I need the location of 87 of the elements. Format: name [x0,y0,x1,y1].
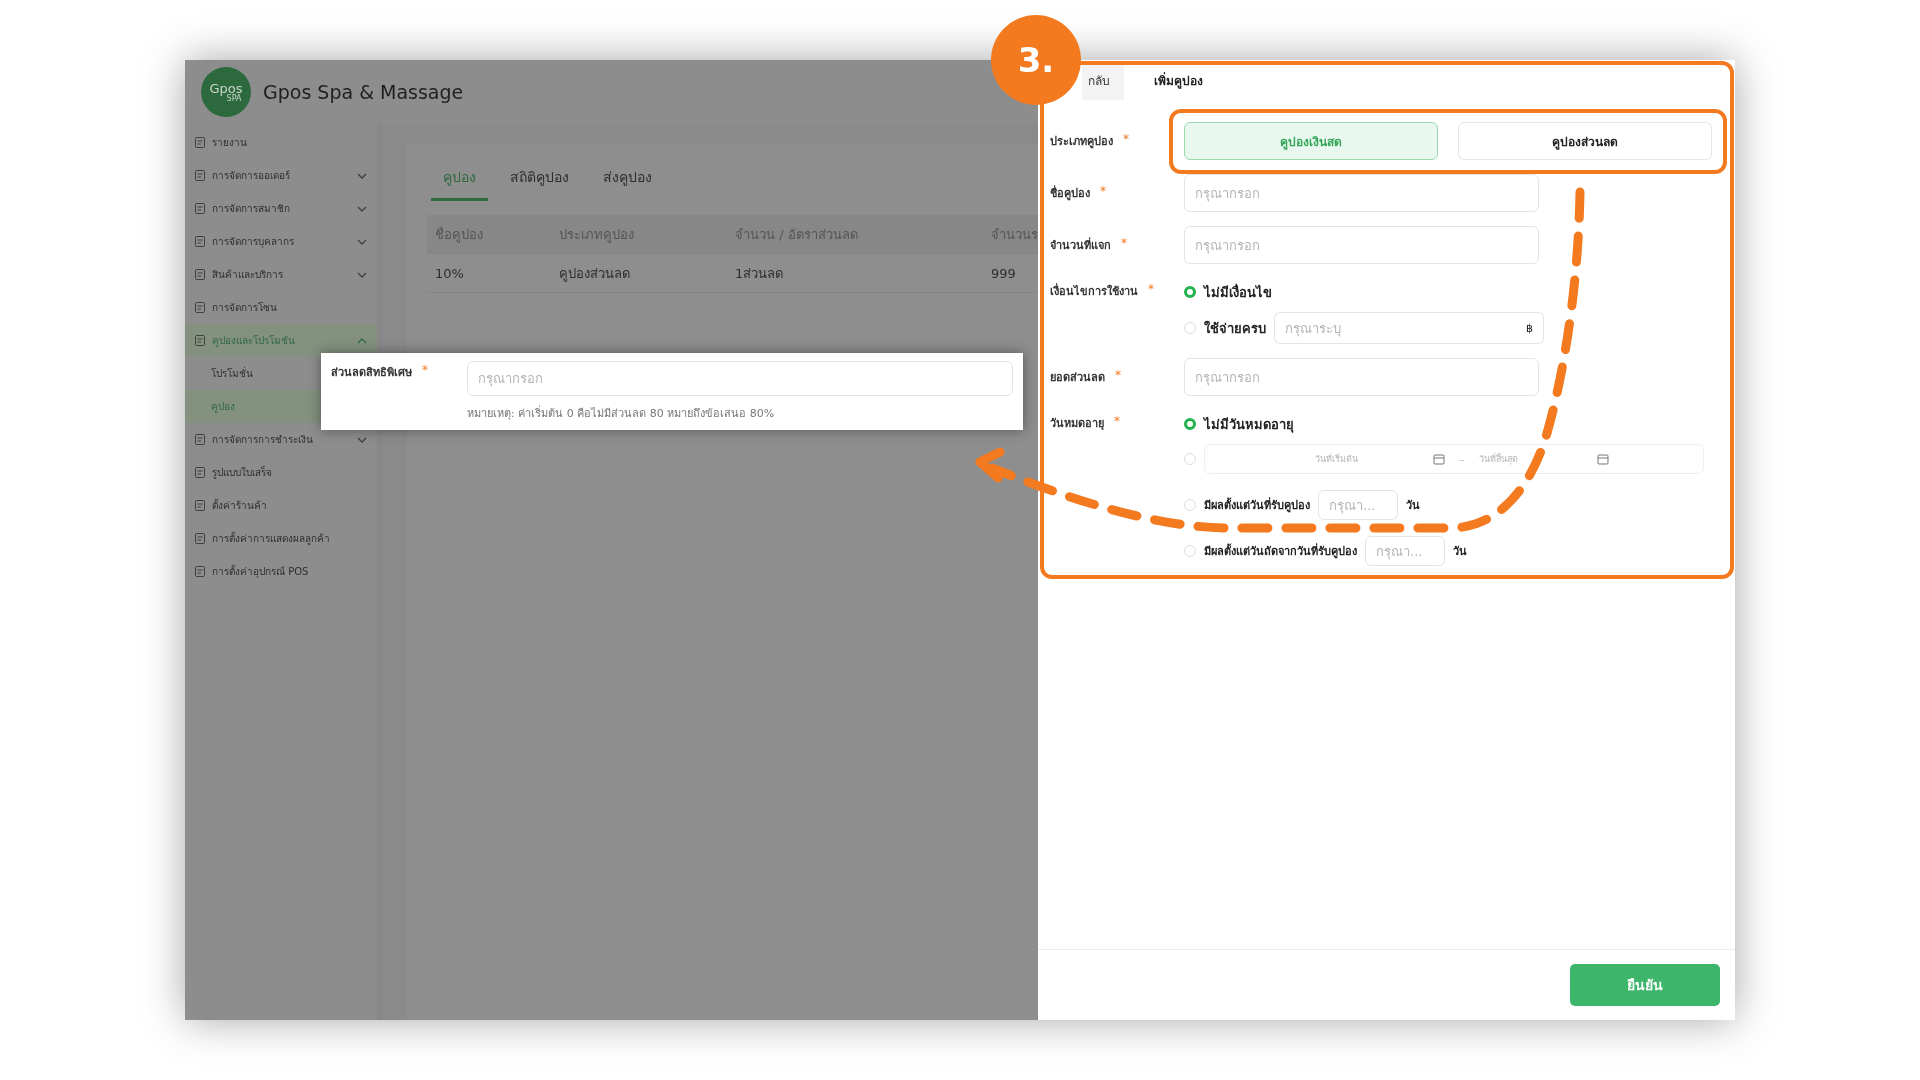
unit-label: วัน [1406,498,1420,514]
sidebar-item-label: ตั้งค่าร้านค้า [212,498,268,513]
field-label: จำนวนที่แจก [1050,236,1111,254]
option-label: มีผลตั้งแต่วันถัดจากวันที่รับคูปอง [1204,542,1357,560]
input-field[interactable]: กรุณากรอก [1184,358,1539,396]
calendar-icon [1596,453,1609,465]
table-cell-text: 999 [990,265,1016,281]
document-icon [194,268,206,281]
input-field[interactable]: กรุณากรอก [1184,174,1539,212]
tab[interactable]: สถิติคูปอง [498,162,581,201]
sidebar-item[interactable]: การตั้งค่าอุปกรณ์ POS [185,555,377,588]
document-icon [194,301,206,314]
sidebar-item[interactable]: การจัดการบุคลากร [185,225,377,258]
sidebar-item[interactable]: การจัดการสมาชิก [185,192,377,225]
sidebar-item[interactable]: รูปแบบใบเสร็จ [185,456,377,489]
document-icon [194,565,206,578]
field-label: ยอดส่วนลด [1050,370,1105,386]
sidebar-item[interactable]: การตั้งค่าการแสดงผลลูกค้า [185,522,377,555]
option-label: ใช้จ่ายครบ [1204,319,1266,338]
tab[interactable]: ส่งคูปอง [591,162,664,201]
radio-button[interactable] [1184,418,1196,430]
document-icon [194,433,206,446]
coupon-type-button[interactable]: คูปองเงินสด [1184,122,1438,160]
sidebar-item-label: การตั้งค่าอุปกรณ์ POS [212,564,310,579]
field-label: เงื่อนไขการใช้งาน [1050,282,1138,300]
range-separator: – [1459,452,1465,466]
document-icon [194,334,206,347]
input-field[interactable]: กรุณา... [1318,490,1398,520]
input-field[interactable]: กรุณากรอก [1184,226,1539,264]
table-cell-text: คูปองส่วนลด [558,264,631,284]
required-mark: * [1148,282,1154,298]
option-label: มีผลตั้งแต่วันที่รับคูปอง [1204,496,1310,514]
input-field[interactable]: กรุณา... [1365,536,1445,566]
document-icon [194,169,206,182]
sidebar-item-label: สินค้าและบริการ [212,268,284,282]
drawer-title: เพิ่มคูปอง [1154,71,1203,90]
confirm-button[interactable]: ยืนยัน [1570,964,1720,1006]
sidebar-item[interactable]: การจัดการออเดอร์ [185,159,377,192]
radio-button[interactable] [1184,286,1196,298]
option-label: ไม่มีเงื่อนไข [1204,282,1272,302]
logo: Gpos SPA [201,67,251,117]
required-mark: * [1114,414,1120,430]
required-mark: * [422,363,428,379]
table-cell-text: 10% [434,265,465,281]
option-label: ไม่มีวันหมดอายุ [1204,415,1294,435]
sidebar-item-label: รูปแบบใบเสร็จ [212,465,273,480]
step-badge: 3. [991,15,1081,105]
field-label: วันหมดอายุ [1050,416,1104,432]
sidebar-item-label: รายงาน [212,136,248,150]
sidebar-item-label: การจัดการออเดอร์ [212,169,291,183]
required-mark: * [1115,368,1121,384]
sidebar-item-label: การตั้งค่าการแสดงผลลูกค้า [212,531,331,546]
required-mark: * [1123,132,1129,148]
submenu-item[interactable]: โปรโมชั่น [185,357,321,390]
sidebar-item[interactable]: การจัดการโซน [185,291,377,324]
required-mark: * [1100,184,1106,200]
sidebar-item[interactable]: การจัดการการชำระเงิน [185,423,377,456]
calendar-icon [1433,453,1445,465]
sidebar-item[interactable]: สินค้าและบริการ [185,258,377,291]
currency-suffix: ฿ [1526,321,1533,335]
coupon-type-button[interactable]: คูปองส่วนลด [1458,122,1712,160]
sidebar-item-label: การจัดการสมาชิก [212,202,291,216]
app-title: Gpos Spa & Massage [263,81,464,103]
sidebar-item-label: การจัดการการชำระเงิน [212,433,314,447]
field-label: ประเภทคูปอง [1050,134,1113,150]
sidebar-item-label: คูปองและโปรโมชัน [212,334,296,348]
date-range-field[interactable]: วันที่เริ่มต้น – วันที่สิ้นสุด [1204,444,1704,474]
document-icon [194,499,206,512]
table-cell-text: 1ส่วนลด [734,264,785,283]
note-text: หมายเหตุ: ค่าเริ่มต้น 0 คือไม่มีส่วนลด 80 หมายถึงข้อเสนอ 80% [467,404,776,422]
document-icon [194,136,206,149]
input-field[interactable]: กรุณากรอก [467,361,1013,396]
document-icon [194,202,206,215]
document-icon [194,466,206,479]
start-date-placeholder: วันที่เริ่มต้น [1315,452,1358,466]
sidebar-item-label: การจัดการโซน [212,301,278,315]
field-label: ส่วนลดสิทธิพิเศษ [331,365,412,381]
document-icon [194,235,206,248]
sidebar-item[interactable]: ตั้งค่าร้านค้า [185,489,377,522]
required-mark: * [1121,236,1127,252]
unit-label: วัน [1453,544,1467,560]
document-icon [194,532,206,545]
input-field[interactable]: กรุณาระบุ ฿ [1274,312,1544,344]
end-date-placeholder: วันที่สิ้นสุด [1478,452,1518,466]
field-label: ชื่อคูปอง [1050,184,1090,202]
sidebar-item-label: การจัดการบุคลากร [212,235,295,249]
sidebar-item[interactable]: รายงาน [185,126,377,159]
